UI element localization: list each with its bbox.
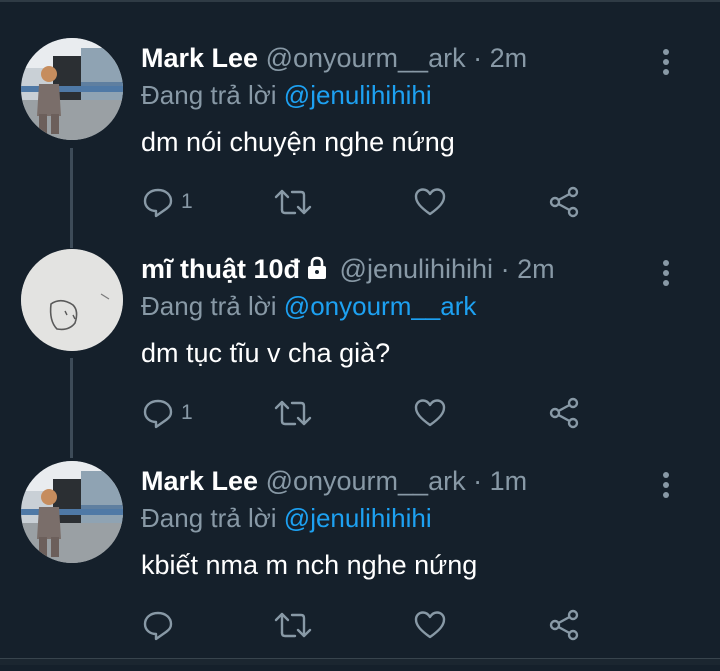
reply-button[interactable]: 1 bbox=[141, 180, 193, 224]
tweet-text: dm nói chuyện nghe nứng bbox=[141, 127, 455, 157]
avatar[interactable] bbox=[21, 461, 123, 563]
mention-link[interactable]: @onyourm__ark bbox=[284, 291, 477, 321]
timestamp[interactable]: 2m bbox=[490, 43, 528, 73]
tweet-text: kbiết nma m nch nghe nứng bbox=[141, 550, 478, 580]
reply-icon bbox=[143, 611, 173, 641]
timestamp[interactable]: 2m bbox=[517, 254, 555, 284]
separator: · bbox=[473, 43, 483, 73]
username[interactable]: @onyourm__ark bbox=[266, 466, 466, 496]
reply-button[interactable] bbox=[141, 603, 181, 647]
replying-to: Đang trả lời @jenulihihihi bbox=[141, 501, 432, 535]
reply-count: 1 bbox=[181, 401, 193, 424]
replying-to-label: Đang trả lời bbox=[141, 503, 277, 533]
avatar[interactable] bbox=[21, 38, 123, 140]
tweet-header: Mark Lee @onyourm__ark · 1m bbox=[141, 464, 527, 498]
top-divider bbox=[0, 0, 720, 2]
tweet[interactable]: Mark Lee @onyourm__ark · 1m Đang trả lời… bbox=[0, 461, 720, 671]
tweet-actions bbox=[141, 603, 701, 647]
retweet-button[interactable] bbox=[273, 180, 313, 224]
tweet-header: mĩ thuật 10đ @jenulihihihi · 2m bbox=[141, 252, 555, 288]
replying-to-label: Đang trả lời bbox=[141, 80, 277, 110]
retweet-icon bbox=[274, 612, 312, 638]
tweet-actions: 1 bbox=[141, 180, 701, 224]
replying-to: Đang trả lời @jenulihihihi bbox=[141, 78, 432, 112]
timestamp[interactable]: 1m bbox=[490, 466, 528, 496]
more-icon[interactable] bbox=[654, 42, 678, 82]
retweet-button[interactable] bbox=[273, 603, 313, 647]
more-icon[interactable] bbox=[654, 253, 678, 293]
retweet-icon bbox=[274, 189, 312, 215]
retweet-icon bbox=[274, 400, 312, 426]
share-button[interactable] bbox=[547, 603, 581, 647]
share-icon bbox=[549, 397, 579, 429]
bottom-divider bbox=[0, 658, 720, 665]
like-button[interactable] bbox=[413, 603, 447, 647]
avatar[interactable] bbox=[21, 249, 123, 351]
username[interactable]: @onyourm__ark bbox=[266, 43, 466, 73]
mention-link[interactable]: @jenulihihihi bbox=[284, 503, 432, 533]
more-icon[interactable] bbox=[654, 465, 678, 505]
reply-icon bbox=[143, 399, 173, 429]
like-icon bbox=[414, 611, 446, 639]
share-button[interactable] bbox=[547, 391, 581, 435]
tweet-text: dm tục tĩu v cha già? bbox=[141, 338, 391, 368]
display-name[interactable]: Mark Lee bbox=[141, 43, 258, 73]
replying-to: Đang trả lời @onyourm__ark bbox=[141, 289, 476, 323]
reply-button[interactable]: 1 bbox=[141, 391, 193, 435]
reply-count: 1 bbox=[181, 190, 193, 213]
share-icon bbox=[549, 609, 579, 641]
display-name[interactable]: Mark Lee bbox=[141, 466, 258, 496]
tweet-actions: 1 bbox=[141, 391, 701, 435]
username[interactable]: @jenulihihihi bbox=[340, 254, 494, 284]
like-icon bbox=[414, 399, 446, 427]
tweet[interactable]: mĩ thuật 10đ @jenulihihihi · 2m Đang trả… bbox=[0, 249, 720, 459]
reply-icon bbox=[143, 188, 173, 218]
like-button[interactable] bbox=[413, 391, 447, 435]
tweet-header: Mark Lee @onyourm__ark · 2m bbox=[141, 41, 527, 75]
separator: · bbox=[500, 254, 510, 284]
mention-link[interactable]: @jenulihihihi bbox=[284, 80, 432, 110]
share-button[interactable] bbox=[547, 180, 581, 224]
tweet[interactable]: Mark Lee @onyourm__ark · 2m Đang trả lời… bbox=[0, 38, 720, 248]
display-name[interactable]: mĩ thuật 10đ bbox=[141, 254, 300, 284]
share-icon bbox=[549, 186, 579, 218]
replying-to-label: Đang trả lời bbox=[141, 291, 277, 321]
separator: · bbox=[473, 466, 483, 496]
like-icon bbox=[414, 188, 446, 216]
like-button[interactable] bbox=[413, 180, 447, 224]
retweet-button[interactable] bbox=[273, 391, 313, 435]
lock-icon bbox=[306, 254, 328, 288]
